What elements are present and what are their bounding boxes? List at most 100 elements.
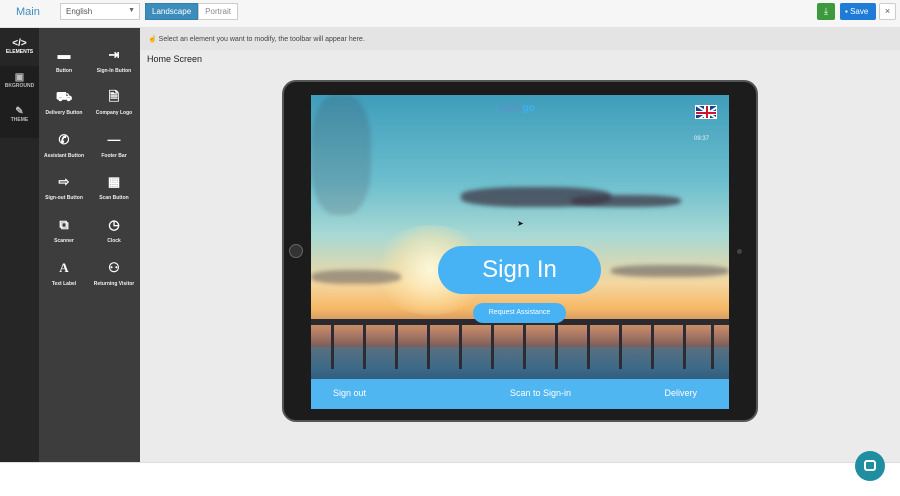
palette-item-sign-out-button[interactable]: ⇨ Sign-out Button xyxy=(39,169,89,211)
code-icon: </> xyxy=(12,38,27,49)
footer-bar: Sign out Scan to Sign-in Delivery xyxy=(311,379,729,409)
save-label: Save xyxy=(850,7,869,16)
palette-item-scan-button[interactable]: ▦ Scan Button xyxy=(89,169,139,211)
pier-post xyxy=(651,325,654,369)
palette-item-button[interactable]: ▬ Button xyxy=(39,42,89,84)
sign-out-icon: ⇨ xyxy=(58,174,70,189)
rail-item-label: THEME xyxy=(10,117,29,123)
pier-post xyxy=(459,325,462,369)
device-screen[interactable]: teamgo 09:37 ➤ Sign In Request Assistanc… xyxy=(311,95,729,409)
scan-to-sign-in-button[interactable]: Scan to Sign-in xyxy=(510,388,571,398)
language-value: English xyxy=(66,7,93,16)
brush-icon: ✎ xyxy=(15,106,24,117)
save-icon: ▪ xyxy=(845,7,848,16)
sidebar-rail: </> ELEMENTS ▣ BKGROUND ✎ THEME xyxy=(0,28,39,462)
rail-item-elements[interactable]: </> ELEMENTS xyxy=(0,32,39,70)
qr-code-icon: ▦ xyxy=(107,174,121,189)
palette-item-label: Button xyxy=(55,68,73,74)
home-button xyxy=(289,244,303,258)
pier-post xyxy=(711,325,714,369)
text-icon: A xyxy=(59,260,69,275)
pier-post xyxy=(395,325,398,369)
palette-item-returning-visitor[interactable]: ⚇ Returning Visitor xyxy=(89,255,139,297)
pier-post xyxy=(619,325,622,369)
button-icon: ▬ xyxy=(57,47,71,62)
scanner-icon: ⧉ xyxy=(59,217,69,232)
logo-part: go xyxy=(522,103,535,114)
palette-item-label: Returning Visitor xyxy=(93,281,135,287)
save-button[interactable]: ▪ Save xyxy=(840,3,876,20)
pier-post xyxy=(363,325,366,369)
palette-item-scanner[interactable]: ⧉ Scanner xyxy=(39,212,89,254)
palette-item-label: Scanner xyxy=(54,238,74,244)
document-image-icon: 🗎 xyxy=(108,89,120,104)
palette-item-text-label[interactable]: A Text Label xyxy=(39,255,89,297)
palette-item-label: Footer Bar xyxy=(101,153,127,159)
cloud xyxy=(571,195,681,207)
cloud xyxy=(311,95,371,215)
download-button[interactable]: ⤓ xyxy=(817,3,835,20)
palette-item-footer-bar[interactable]: — Footer Bar xyxy=(89,127,139,169)
element-palette: ▬ Button ⇥ Sign-In Button ⛟ Delivery But… xyxy=(39,28,140,462)
language-select[interactable]: English ▼ xyxy=(60,3,140,20)
clock-display: 09:37 xyxy=(693,136,709,142)
palette-item-clock[interactable]: ◷ Clock xyxy=(89,212,139,254)
pier-post xyxy=(555,325,558,369)
palette-item-label: Sign-out Button xyxy=(45,195,83,201)
hand-pointer-icon: ☝ xyxy=(148,36,157,43)
palette-item-delivery-button[interactable]: ⛟ Delivery Button xyxy=(39,84,89,126)
image-icon: ▣ xyxy=(14,72,25,83)
hint-text: Select an element you want to modify, th… xyxy=(158,36,365,43)
palette-item-company-logo[interactable]: 🗎 Company Logo xyxy=(89,84,139,126)
pier-post xyxy=(523,325,526,369)
palette-item-label: Sign-In Button xyxy=(96,68,132,74)
close-button[interactable]: × xyxy=(879,3,896,20)
bottom-bar xyxy=(0,462,900,496)
chat-icon xyxy=(864,460,876,471)
palette-item-label: Delivery Button xyxy=(45,110,83,116)
rail-item-theme[interactable]: ✎ THEME xyxy=(0,100,39,138)
mouse-cursor-icon: ➤ xyxy=(517,219,524,228)
page-title: Main xyxy=(16,6,40,18)
uk-flag-icon[interactable] xyxy=(695,105,717,119)
pier-post xyxy=(491,325,494,369)
palette-item-label: Scan Button xyxy=(99,195,129,201)
sign-in-icon: ⇥ xyxy=(108,47,120,62)
device-frame: teamgo 09:37 ➤ Sign In Request Assistanc… xyxy=(282,80,758,422)
request-assistance-button[interactable]: Request Assistance xyxy=(473,303,566,323)
cloud xyxy=(611,265,729,277)
palette-item-assistant-button[interactable]: ✆ Assistant Button xyxy=(39,127,89,169)
toolbar-hint: ☝ Select an element you want to modify, … xyxy=(140,28,900,50)
rail-item-background[interactable]: ▣ BKGROUND xyxy=(0,66,39,104)
top-toolbar: Main English ▼ Landscape Portrait ⤓ ▪ Sa… xyxy=(0,0,900,28)
chevron-down-icon: ▼ xyxy=(128,7,135,14)
design-stage: ☝ Select an element you want to modify, … xyxy=(140,28,900,462)
users-icon: ⚇ xyxy=(108,260,120,275)
pier-post xyxy=(587,325,590,369)
sign-in-button[interactable]: Sign In xyxy=(438,246,601,294)
palette-item-sign-in-button[interactable]: ⇥ Sign-In Button xyxy=(89,42,139,84)
chat-launcher-button[interactable] xyxy=(855,451,885,481)
palette-item-label: Clock xyxy=(107,238,121,244)
logo-part: team xyxy=(499,103,523,114)
delivery-button[interactable]: Delivery xyxy=(664,388,697,398)
cloud xyxy=(311,270,401,284)
sign-out-button[interactable]: Sign out xyxy=(333,388,366,398)
download-icon: ⤓ xyxy=(824,6,828,16)
palette-item-label: Text Label xyxy=(51,281,77,287)
palette-item-label: Company Logo xyxy=(95,110,133,116)
camera-dot xyxy=(737,249,742,254)
palette-item-label: Assistant Button xyxy=(44,153,84,159)
pier xyxy=(311,319,729,369)
rail-item-label: BKGROUND xyxy=(4,83,35,89)
pier-post xyxy=(683,325,686,369)
footer-bar-icon: — xyxy=(107,132,121,147)
truck-icon: ⛟ xyxy=(55,89,73,104)
screen-name: Home Screen xyxy=(147,54,203,64)
clock-icon: ◷ xyxy=(108,217,120,232)
landscape-button[interactable]: Landscape xyxy=(145,3,199,20)
rail-item-label: ELEMENTS xyxy=(5,49,34,55)
portrait-button[interactable]: Portrait xyxy=(198,3,238,20)
company-logo[interactable]: teamgo xyxy=(499,103,535,114)
pier-post xyxy=(331,325,334,369)
